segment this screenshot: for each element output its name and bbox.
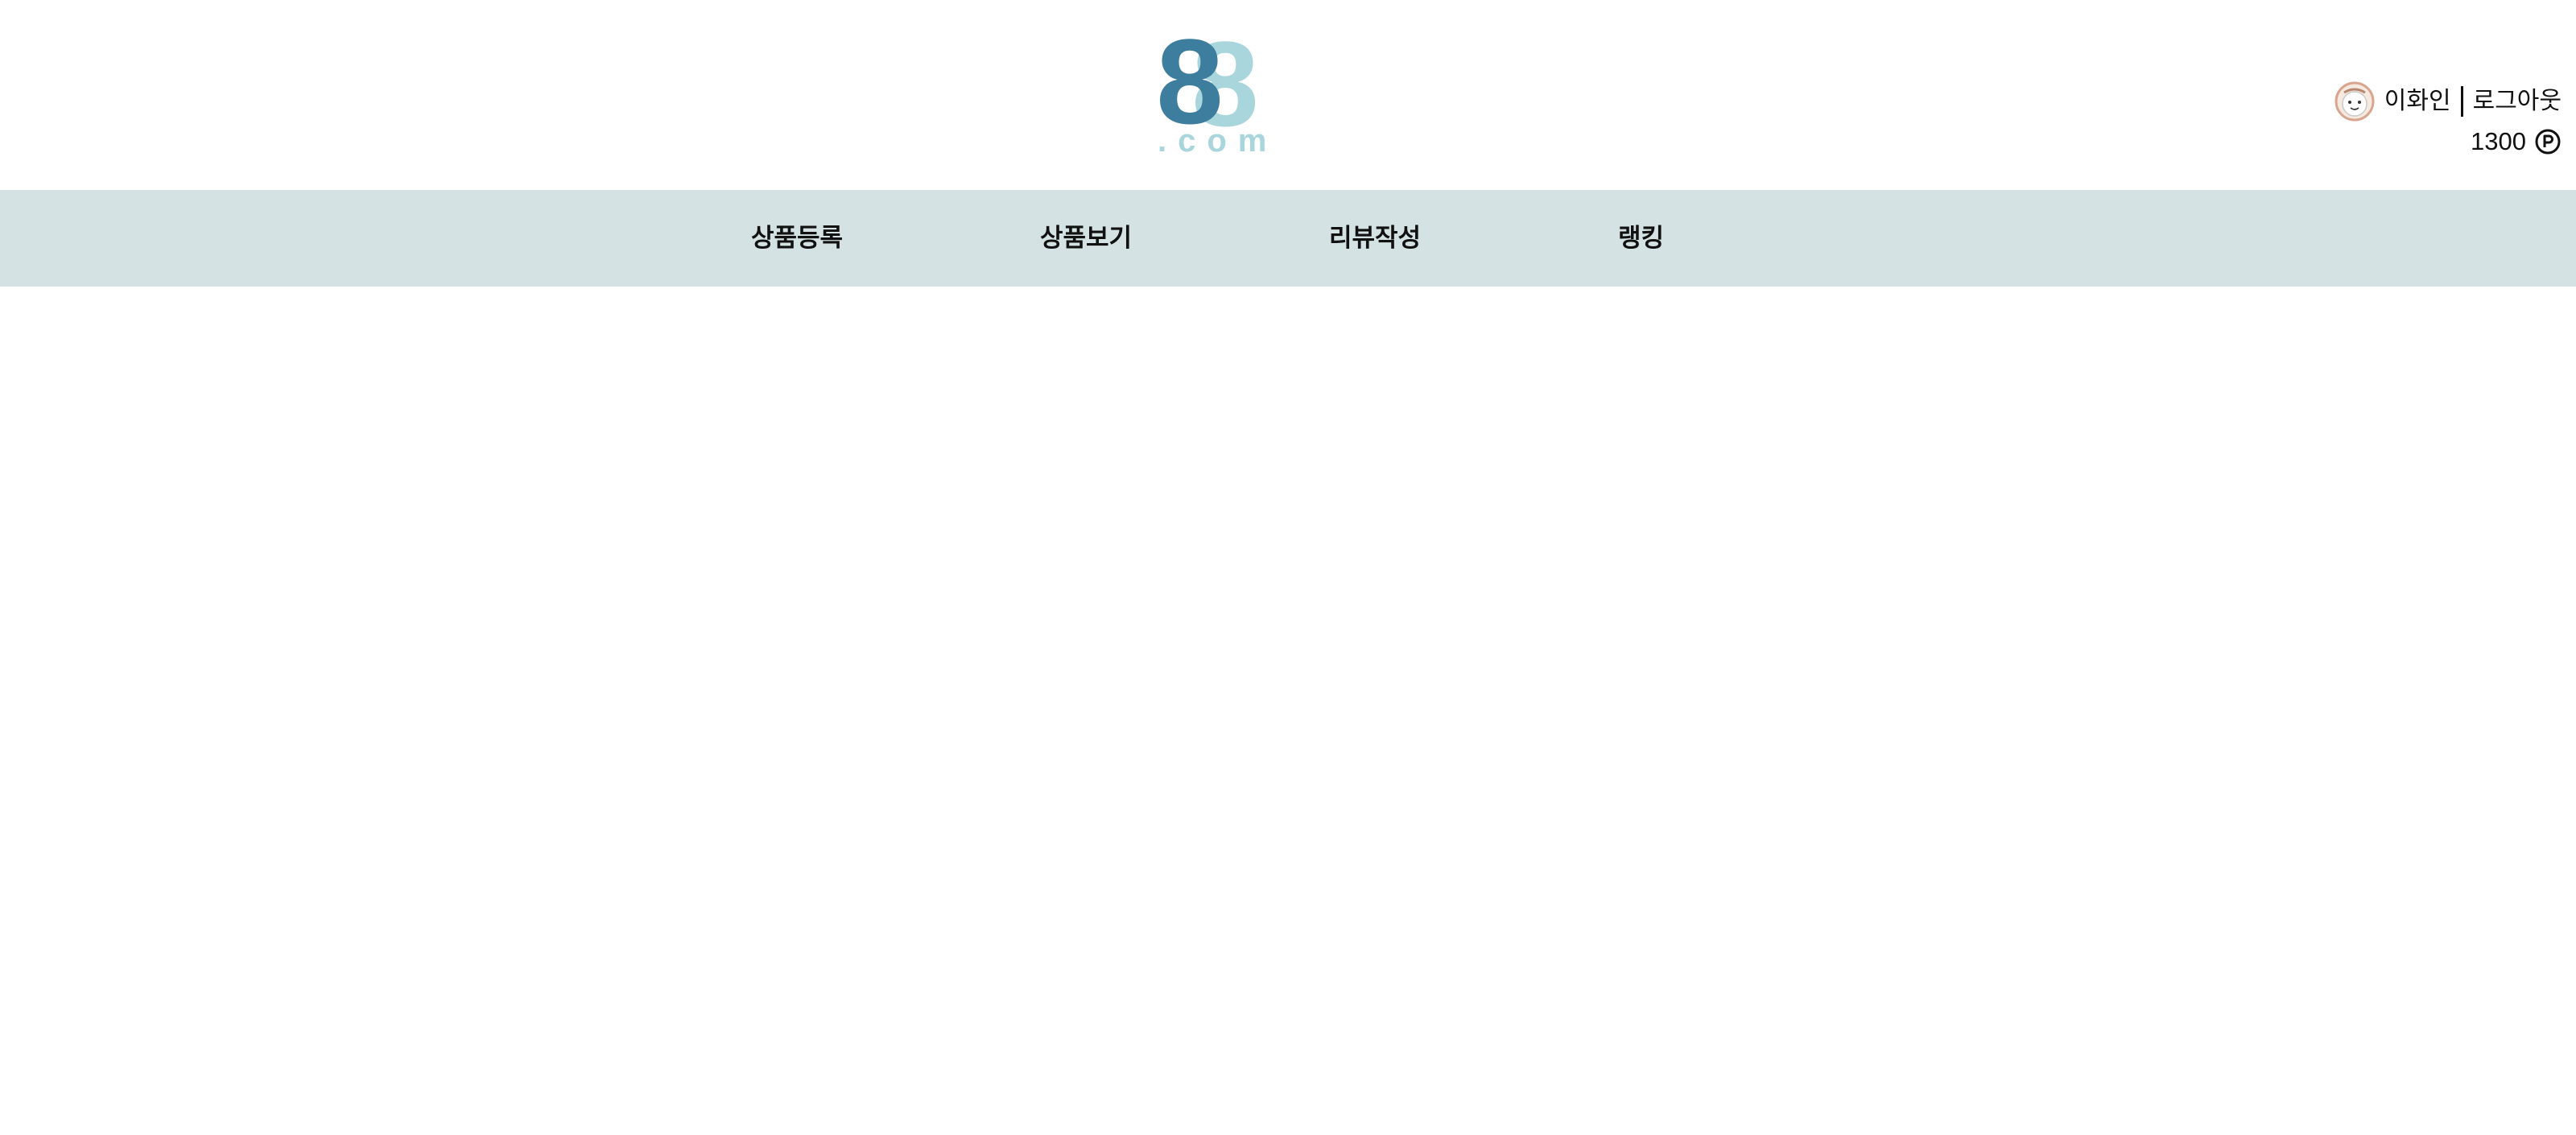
logout-link[interactable]: 로그아웃 [2473,79,2562,124]
nav-item-write-review[interactable]: 리뷰작성 [1329,190,1421,287]
site-header: 8 8 .com 이화인 로그아웃 1300 [0,0,2576,190]
nav-item-product-view[interactable]: 상품보기 [1040,190,1132,287]
user-row: 이화인 로그아웃 [2334,79,2562,124]
site-logo[interactable]: 8 8 .com [1143,23,1280,159]
logo-88-com-icon: 8 8 .com [1156,23,1278,159]
nav-item-product-register[interactable]: 상품등록 [751,190,843,287]
point-value: 1300 [2471,127,2526,155]
point-row: 1300 [2471,121,2562,163]
logo-suffix: .com [1158,123,1278,159]
page: 8 8 .com 이화인 로그아웃 1300 상품등록 상품보기 리뷰작성 랭킹 [0,0,2576,1135]
user-name[interactable]: 이화인 [2384,79,2451,124]
nav-item-ranking[interactable]: 랭킹 [1618,190,1664,287]
main-nav: 상품등록 상품보기 리뷰작성 랭킹 [0,190,2576,287]
user-divider [2460,86,2463,117]
point-p-icon [2535,129,2561,155]
main-content [0,287,2576,1135]
avatar-face-icon[interactable] [2334,81,2375,122]
user-area: 이화인 로그아웃 1300 [2304,74,2562,163]
